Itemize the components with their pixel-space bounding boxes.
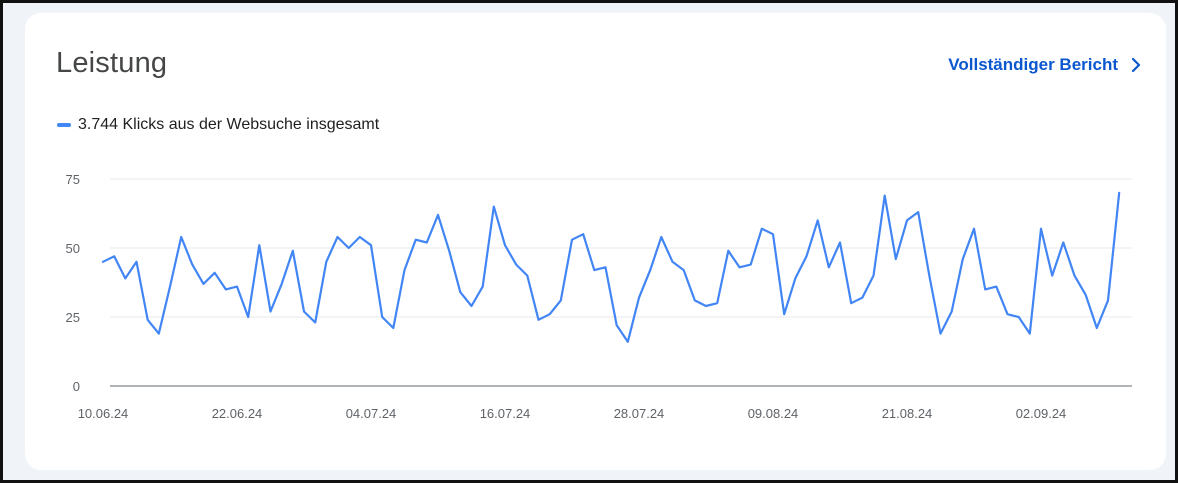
x-axis-ticks: 10.06.24 22.06.24 04.07.24 16.07.24 28.07.24… [78, 406, 1067, 421]
x-tick-label: 28.07.24 [614, 406, 665, 421]
y-tick-label: 0 [73, 379, 80, 394]
y-tick-label: 50 [66, 241, 80, 256]
x-tick-label: 02.09.24 [1016, 406, 1067, 421]
series-line[interactable] [101, 191, 1121, 343]
series-layer [101, 191, 1121, 343]
clicks-line-chart: 0 25 50 75 10.06.24 22.06.24 04.07.24 16.07.24… [66, 172, 1132, 421]
x-tick-label: 21.08.24 [882, 406, 933, 421]
y-tick-label: 25 [66, 310, 80, 325]
grid-lines [110, 178, 1132, 387]
x-tick-label: 09.08.24 [748, 406, 799, 421]
x-tick-label: 10.06.24 [78, 406, 129, 421]
performance-card: Leistung Vollständiger Bericht 3.744 Kli… [25, 13, 1166, 470]
x-tick-label: 04.07.24 [346, 406, 397, 421]
x-tick-label: 16.07.24 [480, 406, 531, 421]
y-axis-ticks: 0 25 50 75 [66, 172, 80, 394]
x-tick-label: 22.06.24 [212, 406, 263, 421]
y-tick-label: 75 [66, 172, 80, 187]
